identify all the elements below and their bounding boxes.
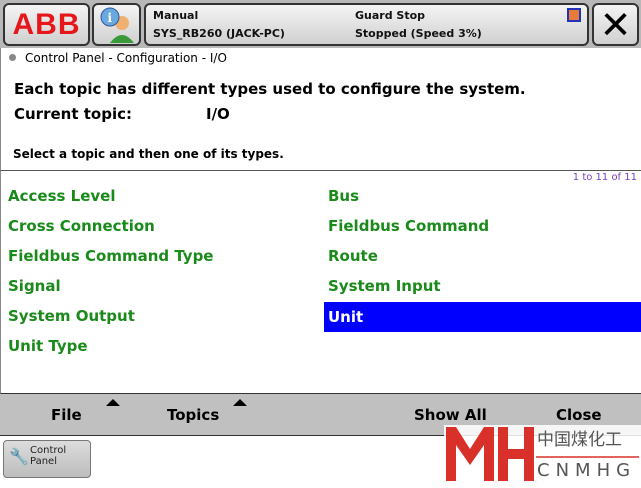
task-label-2: Panel: [30, 456, 57, 467]
event-log-button[interactable]: i: [92, 3, 141, 46]
list-item[interactable]: Access Level: [1, 181, 321, 211]
status-bar[interactable]: Manual SYS_RB260 (JACK-PC) Guard Stop St…: [144, 3, 589, 46]
task-label-1: Control: [30, 445, 67, 456]
current-topic-value: I/O: [206, 105, 230, 123]
instruction-text: Select a topic and then one of its types…: [13, 147, 284, 161]
close-button[interactable]: Close: [556, 406, 602, 424]
list-item[interactable]: System Input: [321, 271, 641, 301]
list-item[interactable]: Fieldbus Command: [321, 211, 641, 241]
breadcrumb: Control Panel - Configuration - I/O: [0, 48, 641, 68]
close-icon: ✕: [599, 2, 632, 47]
menu-up-arrow-icon: [106, 399, 120, 406]
current-topic-label: Current topic:: [14, 105, 132, 123]
svg-text:i: i: [107, 11, 112, 25]
watermark-logo: 中国煤化工 CNMHG: [444, 425, 641, 484]
header-bar: ABB i Manual SYS_RB260 (JACK-PC) Guard S…: [0, 0, 641, 48]
list-item[interactable]: Bus: [321, 181, 641, 211]
topics-menu-button[interactable]: Topics: [167, 406, 219, 424]
svg-text:CNMHG: CNMHG: [537, 460, 636, 481]
watermark-mark-icon: 中国煤化工 CNMHG: [444, 425, 641, 484]
breadcrumb-icon: [9, 54, 16, 61]
robot-icon: [567, 8, 581, 22]
abb-menu-button[interactable]: ABB: [3, 3, 90, 46]
type-list: 1 to 11 of 11 Access Level Bus Cross Con…: [0, 171, 641, 394]
control-panel-task-button[interactable]: 🔧 Control Panel: [3, 440, 91, 478]
list-item-selected[interactable]: Unit: [324, 302, 641, 332]
list-item[interactable]: System Output: [1, 301, 321, 331]
operating-mode: Manual: [153, 9, 199, 22]
show-all-button[interactable]: Show All: [414, 406, 487, 424]
list-item[interactable]: Signal: [1, 271, 321, 301]
file-menu-button[interactable]: File: [51, 406, 82, 424]
breadcrumb-text: Control Panel - Configuration - I/O: [25, 51, 227, 65]
wrench-icon: 🔧: [9, 447, 29, 466]
close-window-button[interactable]: ✕: [592, 3, 639, 46]
list-item[interactable]: Fieldbus Command Type: [1, 241, 321, 271]
list-item[interactable]: Cross Connection: [1, 211, 321, 241]
run-state: Stopped (Speed 3%): [355, 27, 482, 40]
list-item[interactable]: Unit Type: [1, 331, 321, 361]
description-panel: Each topic has different types used to c…: [0, 68, 641, 171]
description-text: Each topic has different types used to c…: [14, 80, 526, 98]
guard-status: Guard Stop: [355, 9, 426, 22]
list-item[interactable]: Route: [321, 241, 641, 271]
svg-text:中国煤化工: 中国煤化工: [537, 430, 622, 450]
menu-up-arrow-icon: [233, 399, 247, 406]
info-user-icon: i: [100, 7, 134, 43]
system-name: SYS_RB260 (JACK-PC): [153, 27, 285, 40]
